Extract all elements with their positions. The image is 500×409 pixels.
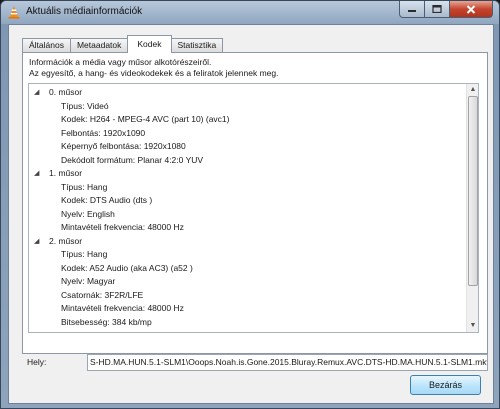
tree-node-label: Mintavételi frekvencia: 48000 Hz — [61, 222, 184, 232]
location-label: Hely: — [27, 357, 47, 367]
tree-node-label: Nyelv: Magyar — [61, 276, 116, 286]
tree-node-label: Típus: Hang — [61, 249, 108, 259]
maximize-button[interactable] — [425, 1, 450, 18]
tree-leaf-node[interactable]: Bitsebesség: 384 kb/mp — [29, 316, 465, 330]
tree-leaf-node[interactable]: Nyelv: English — [29, 208, 465, 222]
tree-leaf-node[interactable]: Csatornák: 3F2R/LFE — [29, 289, 465, 303]
stream-tree-list: ◢ 0. műsor Típus: Videó Kodek: H264 - MPEG-… — [29, 86, 465, 332]
tree-node-label: Nyelv: English — [61, 208, 115, 219]
scroll-up-arrow-icon[interactable]: ▲ — [469, 86, 477, 94]
vertical-scrollbar[interactable]: ▲ ▼ — [466, 84, 478, 332]
tree-group-node[interactable]: ◢ 2. műsor — [29, 235, 465, 249]
tree-node-label: Csatornák: 3F2R/LFE — [61, 289, 144, 300]
title-bar[interactable]: Aktuális médiainformációk — [1, 1, 499, 24]
tree-node-label: 0. műsor — [49, 87, 83, 97]
tree-group-node[interactable]: ◢ 1. műsor — [29, 167, 465, 181]
tab-metadata[interactable]: Metaadatok — [69, 38, 129, 52]
minimize-icon — [408, 10, 416, 12]
tab-general[interactable]: Általános — [22, 38, 71, 52]
dialog-body: Általános Metaadatok Kodek Statisztika I… — [8, 24, 494, 404]
stream-tree[interactable]: ◢ 0. műsor Típus: Videó Kodek: H264 - MPEG-… — [28, 83, 479, 333]
tree-node-label: Mintavételi frekvencia: 48000 Hz — [61, 303, 184, 313]
tree-node-label: Dekódolt formátum: Planar 4:2:0 YUV — [61, 154, 204, 165]
vlc-cone-icon — [8, 6, 20, 19]
description-line-1: Információk a média vagy műsor alkotórés… — [29, 57, 212, 67]
tree-node-label: 3. műsor — [49, 330, 82, 332]
panel-description: Információk a média vagy műsor alkotórés… — [29, 57, 278, 79]
codec-panel: Információk a média vagy műsor alkotórés… — [22, 52, 488, 354]
window-controls — [399, 1, 493, 19]
expanded-arrow-icon[interactable]: ◢ — [34, 86, 39, 100]
tree-node-label: Képernyő felbontása: 1920x1080 — [61, 141, 186, 151]
tree-leaf-node[interactable]: Nyelv: Magyar — [29, 275, 465, 289]
tree-node-label: Felbontás: 1920x1090 — [61, 127, 146, 138]
tree-group-node[interactable]: ◢ 3. műsor — [29, 329, 465, 332]
scroll-down-arrow-icon[interactable]: ▼ — [469, 322, 477, 330]
tree-node-label: Kodek: H264 - MPEG-4 AVC (part 10) (avc1… — [61, 114, 230, 124]
tree-group-node[interactable]: ◢ 0. műsor — [29, 86, 465, 100]
tree-leaf-node[interactable]: Kodek: A52 Audio (aka AC3) (a52 ) — [29, 262, 465, 276]
tree-node-label: Kodek: DTS Audio (dts ) — [61, 195, 153, 205]
close-window-button[interactable] — [450, 1, 493, 18]
tree-node-label: 2. műsor — [49, 235, 83, 246]
tree-leaf-node[interactable]: Mintavételi frekvencia: 48000 Hz — [29, 221, 465, 235]
tree-leaf-node[interactable]: Típus: Hang — [29, 248, 465, 262]
tree-leaf-node[interactable]: Felbontás: 1920x1090 — [29, 127, 465, 141]
tree-leaf-node[interactable]: Kodek: DTS Audio (dts ) — [29, 194, 465, 208]
tree-leaf-node[interactable]: Kodek: H264 - MPEG-4 AVC (part 10) (avc1… — [29, 113, 465, 127]
minimize-button[interactable] — [399, 1, 425, 18]
tree-node-label: Bitsebesség: 384 kb/mp — [61, 316, 152, 327]
close-button[interactable]: Bezárás — [410, 375, 481, 395]
maximize-icon — [432, 5, 442, 13]
expanded-arrow-icon[interactable]: ◢ — [34, 167, 39, 181]
tree-leaf-node[interactable]: Típus: Videó — [29, 100, 465, 114]
expanded-arrow-icon[interactable]: ◢ — [34, 235, 39, 249]
window-title: Aktuális médiainformációk — [26, 6, 143, 17]
tree-node-label: 1. műsor — [49, 168, 83, 178]
tree-leaf-node[interactable]: Mintavételi frekvencia: 48000 Hz — [29, 302, 465, 316]
tree-leaf-node[interactable]: Dekódolt formátum: Planar 4:2:0 YUV — [29, 154, 465, 168]
tree-node-label: Típus: Hang — [61, 181, 108, 192]
tab-codec[interactable]: Kodek — [127, 35, 172, 53]
description-line-2: Az egyesítő, a hang- és videokodekek és … — [29, 68, 279, 78]
expanded-arrow-icon[interactable]: ◢ — [34, 329, 39, 332]
tree-leaf-node[interactable]: Képernyő felbontása: 1920x1080 — [29, 140, 465, 154]
tab-strip: Általános Metaadatok Kodek Statisztika — [22, 35, 224, 53]
tree-leaf-node[interactable]: Típus: Hang — [29, 181, 465, 195]
location-field[interactable]: S-HD.MA.HUN.5.1-SLM1\Ooops.Noah.is.Gone.… — [87, 354, 488, 371]
media-info-window: Aktuális médiainformációk Általános Meta… — [0, 0, 500, 409]
tree-node-label: Típus: Videó — [61, 100, 109, 111]
tab-statistics[interactable]: Statisztika — [170, 38, 224, 52]
tree-node-label: Kodek: A52 Audio (aka AC3) (a52 ) — [61, 262, 193, 273]
close-icon — [466, 4, 476, 14]
scrollbar-thumb[interactable] — [468, 96, 478, 286]
